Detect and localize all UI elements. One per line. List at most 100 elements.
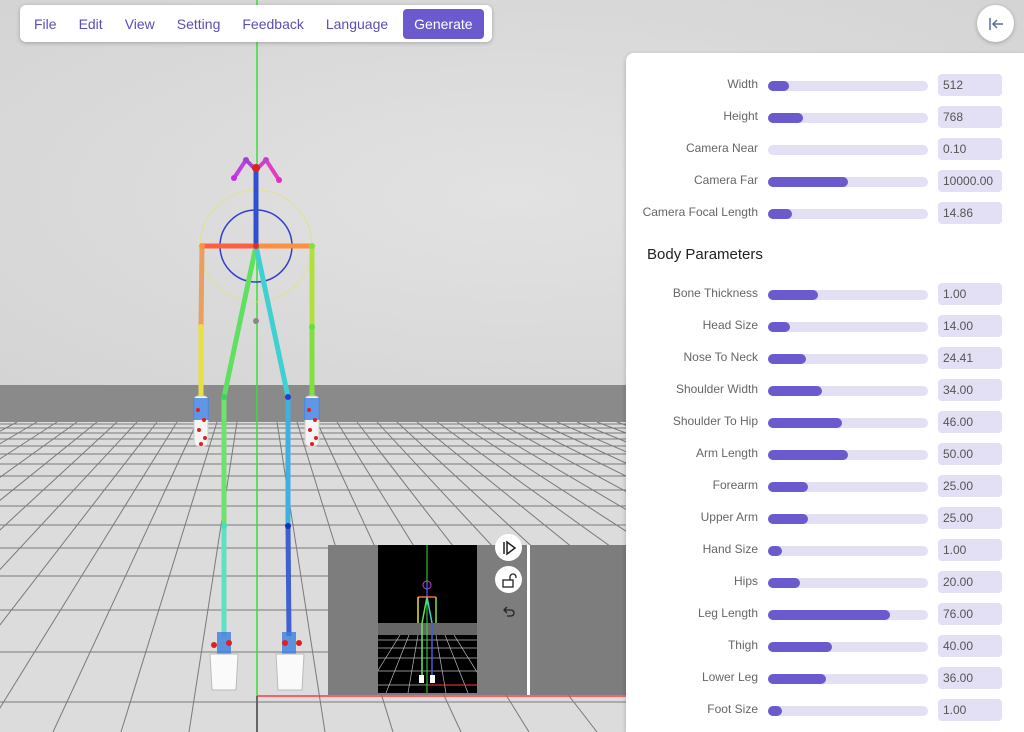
param-label: Hand Size — [702, 542, 758, 556]
param-label: Nose To Neck — [683, 350, 758, 364]
param-label: Bone Thickness — [672, 286, 758, 300]
menu-file[interactable]: File — [23, 9, 68, 39]
undo-icon — [502, 606, 515, 617]
slider-fill — [768, 450, 848, 460]
pose-preview-thumbnail[interactable] — [378, 545, 477, 693]
collapse-panel-button[interactable] — [977, 5, 1014, 42]
param-slider[interactable] — [768, 145, 928, 155]
slider-fill — [768, 514, 808, 524]
slider-fill — [768, 642, 832, 652]
param-row-height: Height 768 — [626, 106, 1024, 128]
param-value-input[interactable]: 10000.00 — [938, 170, 1002, 192]
slider-fill — [768, 354, 807, 364]
param-label: Camera Far — [693, 173, 758, 187]
param-row-camera-near: Camera Near 0.10 — [626, 138, 1024, 160]
param-slider[interactable] — [768, 482, 928, 492]
slider-fill — [768, 418, 842, 428]
param-label: Hips — [733, 574, 758, 588]
param-label: Forearm — [712, 478, 758, 492]
param-slider[interactable] — [768, 546, 928, 556]
param-value-input[interactable]: 1.00 — [938, 699, 1002, 721]
left-hand-model[interactable] — [304, 395, 320, 447]
parameters-panel: Width 512 Height 768 Camera Near 0.10 Camera F… — [626, 53, 1024, 732]
param-value-input[interactable]: 768 — [938, 106, 1002, 128]
param-value-input[interactable]: 0.10 — [938, 138, 1002, 160]
param-label: Foot Size — [707, 702, 758, 716]
param-slider[interactable] — [768, 642, 928, 652]
body-parameters-title: Body Parameters — [647, 246, 763, 263]
slider-fill — [768, 113, 804, 123]
param-slider[interactable] — [768, 514, 928, 524]
param-slider[interactable] — [768, 386, 928, 396]
param-slider[interactable] — [768, 610, 928, 620]
lock-toggle-button[interactable] — [495, 566, 522, 593]
param-label: Arm Length — [695, 446, 758, 460]
param-row-arm-length: Arm Length 50.00 — [626, 443, 1024, 465]
slider-fill — [768, 177, 848, 187]
param-value-input[interactable]: 34.00 — [938, 379, 1002, 401]
slider-fill — [768, 578, 800, 588]
param-slider[interactable] — [768, 322, 928, 332]
param-value-input[interactable]: 512 — [938, 74, 1002, 96]
param-value-input[interactable]: 76.00 — [938, 603, 1002, 625]
menu-language[interactable]: Language — [315, 9, 399, 39]
param-row-nose-to-neck: Nose To Neck 24.41 — [626, 347, 1024, 369]
param-slider[interactable] — [768, 209, 928, 219]
param-slider[interactable] — [768, 450, 928, 460]
play-step-icon — [502, 540, 516, 555]
param-row-shoulder-width: Shoulder Width 34.00 — [626, 379, 1024, 401]
generate-button[interactable]: Generate — [403, 8, 484, 39]
param-row-leg-length: Leg Length 76.00 — [626, 603, 1024, 625]
unlock-icon — [501, 572, 517, 588]
slider-fill — [768, 290, 818, 300]
param-label: Camera Focal Length — [642, 205, 758, 219]
param-value-input[interactable]: 36.00 — [938, 667, 1002, 689]
param-value-input[interactable]: 25.00 — [938, 475, 1002, 497]
param-slider[interactable] — [768, 113, 928, 123]
slider-fill — [768, 610, 890, 620]
menu-feedback[interactable]: Feedback — [231, 9, 314, 39]
menu-edit[interactable]: Edit — [68, 9, 114, 39]
param-value-input[interactable]: 1.00 — [938, 539, 1002, 561]
slider-fill — [768, 322, 791, 332]
preview-area — [328, 545, 626, 695]
param-slider[interactable] — [768, 418, 928, 428]
param-slider[interactable] — [768, 354, 928, 364]
param-value-input[interactable]: 1.00 — [938, 283, 1002, 305]
param-label: Upper Arm — [700, 510, 758, 524]
param-value-input[interactable]: 25.00 — [938, 507, 1002, 529]
menu-setting[interactable]: Setting — [166, 9, 232, 39]
slider-fill — [768, 386, 823, 396]
param-row-hand-size: Hand Size 1.00 — [626, 539, 1024, 561]
param-row-hips: Hips 20.00 — [626, 571, 1024, 593]
slider-fill — [768, 706, 783, 716]
param-label: Width — [727, 77, 758, 91]
param-label: Shoulder To Hip — [672, 414, 758, 428]
param-slider[interactable] — [768, 706, 928, 716]
right-hand-model[interactable] — [193, 395, 209, 447]
param-row-head-size: Head Size 14.00 — [626, 315, 1024, 337]
param-value-input[interactable]: 14.00 — [938, 315, 1002, 337]
param-value-input[interactable]: 20.00 — [938, 571, 1002, 593]
param-row-upper-arm: Upper Arm 25.00 — [626, 507, 1024, 529]
undo-button[interactable] — [495, 598, 522, 625]
param-slider[interactable] — [768, 177, 928, 187]
param-slider[interactable] — [768, 578, 928, 588]
param-label: Leg Length — [697, 606, 758, 620]
param-row-bone-thickness: Bone Thickness 1.00 — [626, 283, 1024, 305]
param-slider[interactable] — [768, 290, 928, 300]
param-label: Lower Leg — [701, 670, 758, 684]
slider-fill — [768, 81, 789, 91]
param-value-input[interactable]: 14.86 — [938, 202, 1002, 224]
param-value-input[interactable]: 50.00 — [938, 443, 1002, 465]
menu-view[interactable]: View — [114, 9, 166, 39]
param-slider[interactable] — [768, 81, 928, 91]
param-value-input[interactable]: 40.00 — [938, 635, 1002, 657]
play-step-button[interactable] — [495, 534, 522, 561]
param-label: Thigh — [727, 638, 758, 652]
param-row-forearm: Forearm 25.00 — [626, 475, 1024, 497]
param-slider[interactable] — [768, 674, 928, 684]
param-row-thigh: Thigh 40.00 — [626, 635, 1024, 657]
param-value-input[interactable]: 24.41 — [938, 347, 1002, 369]
param-value-input[interactable]: 46.00 — [938, 411, 1002, 433]
